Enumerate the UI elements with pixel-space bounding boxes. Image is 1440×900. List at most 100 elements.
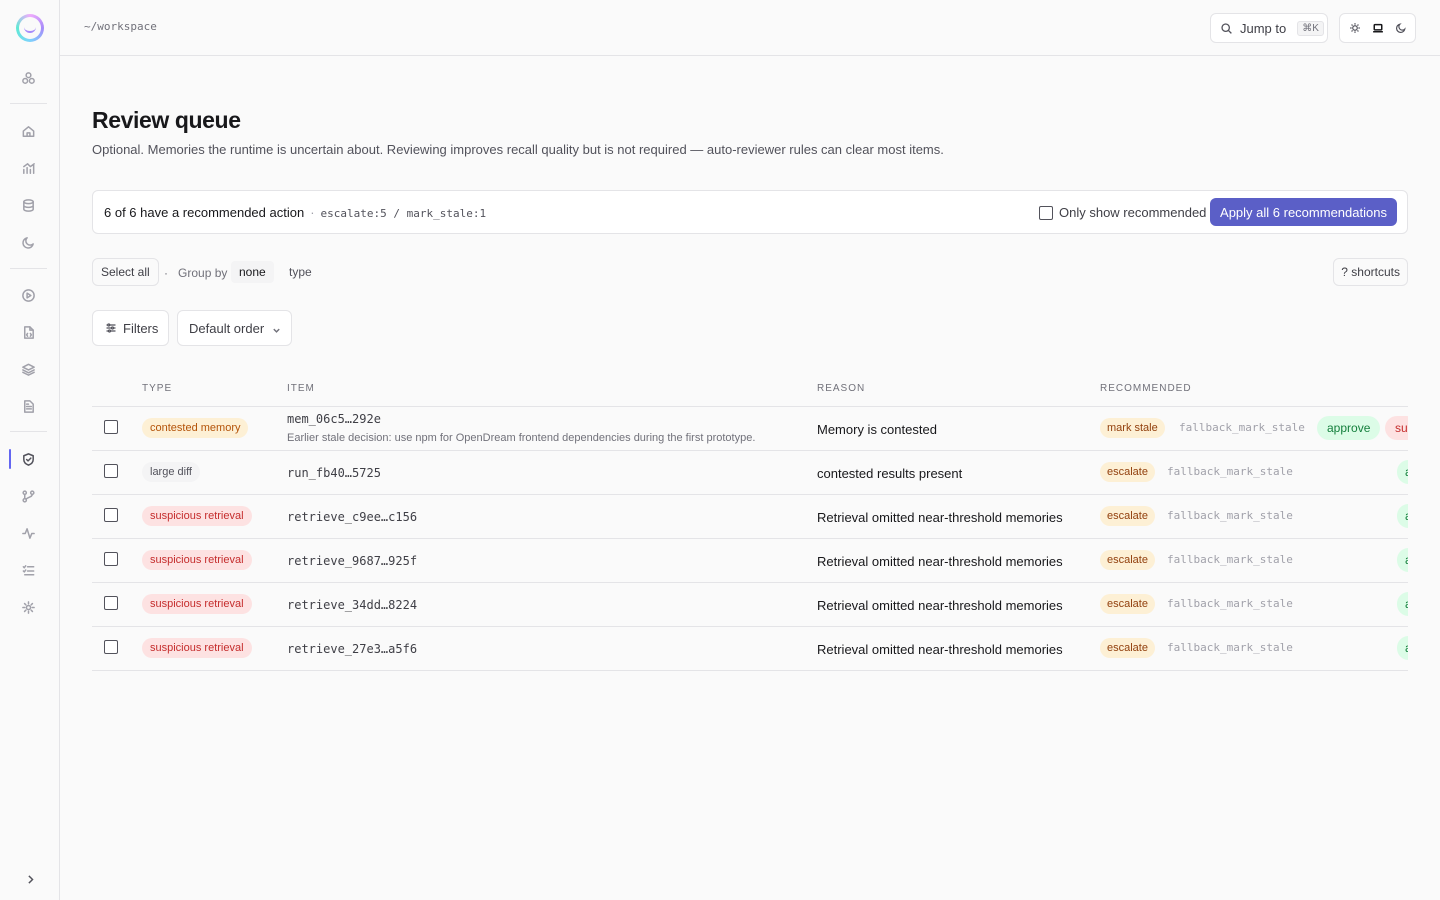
group-by-type-option[interactable]: type (281, 261, 320, 283)
search-icon (1221, 22, 1232, 34)
recommended-action-badge: escalate (1100, 506, 1155, 526)
row-checkbox[interactable] (104, 464, 118, 478)
fallback-action: fallback_mark_stale (1167, 509, 1293, 522)
table-row[interactable]: large diff run_fb40…5725 contested results… (92, 451, 1408, 495)
recommendations-bar: 6 of 6 have a recommended action · escalat… (92, 190, 1408, 234)
table-row[interactable]: suspicious retrieval retrieve_c9ee…c156 Re… (92, 495, 1408, 539)
shortcuts-button[interactable]: ? shortcuts (1333, 258, 1408, 286)
order-select-value: Default order (189, 320, 265, 336)
page-title: Review queue (92, 107, 241, 133)
document-icon[interactable] (18, 396, 38, 416)
top-bar: ~/workspace Jump to ⌘K (60, 0, 1440, 56)
select-all-button[interactable]: Select all (92, 258, 159, 286)
queue-toolbar: Select all · Group by none type ? shortc… (92, 258, 1408, 286)
home-icon[interactable] (18, 121, 38, 141)
jump-to-shortcut: ⌘K (1297, 20, 1324, 36)
group-by-none-option[interactable]: none (231, 261, 274, 283)
moon-icon[interactable] (1391, 18, 1411, 38)
jump-to-label: Jump to (1240, 20, 1287, 36)
only-show-recommended-toggle[interactable]: Only show recommended (1039, 205, 1206, 220)
review-table: TYPE ITEM REASON RECOMMENDED contested m… (92, 370, 1408, 671)
sun-icon[interactable] (1345, 18, 1365, 38)
column-reason[interactable]: REASON (817, 383, 865, 394)
sidebar (0, 0, 60, 900)
approve-button[interactable]: a (1397, 548, 1408, 572)
row-checkbox[interactable] (104, 596, 118, 610)
table-header: TYPE ITEM REASON RECOMMENDED (92, 370, 1408, 407)
separator: · (164, 266, 168, 280)
type-badge: contested memory (142, 418, 249, 438)
approve-button[interactable]: a (1397, 636, 1408, 660)
approve-button[interactable]: a (1397, 460, 1408, 484)
type-badge: suspicious retrieval (142, 638, 252, 658)
breadcrumb[interactable]: ~/workspace (84, 20, 157, 33)
recommendations-summary: 6 of 6 have a recommended action · escalat… (104, 205, 486, 220)
group-by-text: Group by (178, 266, 228, 280)
suppress-button[interactable]: su (1385, 416, 1408, 440)
reason-text: Memory is contested (817, 422, 937, 437)
shield-icon[interactable] (18, 449, 38, 469)
page-subtitle: Optional. Memories the runtime is uncert… (92, 142, 944, 157)
chart-icon[interactable] (18, 158, 38, 178)
filters-label: Filters (123, 320, 159, 336)
type-badge: suspicious retrieval (142, 594, 252, 614)
reason-text: contested results present (817, 466, 963, 481)
row-checkbox[interactable] (104, 420, 118, 434)
filters-button[interactable]: Filters (92, 310, 169, 346)
fallback-action: fallback_mark_stale (1167, 553, 1293, 566)
checklist-icon[interactable] (18, 560, 38, 580)
item-id[interactable]: retrieve_c9ee…c156 (287, 510, 417, 524)
fallback-action: fallback_mark_stale (1167, 597, 1293, 610)
laptop-icon[interactable] (1368, 18, 1388, 38)
item-id[interactable]: retrieve_27e3…a5f6 (287, 642, 417, 656)
reason-text: Retrieval omitted near-threshold memorie… (817, 642, 1063, 657)
column-item[interactable]: ITEM (287, 383, 315, 394)
table-row[interactable]: suspicious retrieval retrieve_9687…925f Re… (92, 539, 1408, 583)
layers-icon[interactable] (18, 359, 38, 379)
activity-icon[interactable] (18, 523, 38, 543)
recommended-action-badge: escalate (1100, 462, 1155, 482)
fallback-action: fallback_mark_stale (1167, 465, 1293, 478)
apply-all-recommendations-button[interactable]: Apply all 6 recommendations (1210, 198, 1397, 226)
graph-icon[interactable] (18, 68, 38, 88)
table-row[interactable]: suspicious retrieval retrieve_34dd…8224 Re… (92, 583, 1408, 627)
type-badge: suspicious retrieval (142, 550, 252, 570)
recommended-action-badge: escalate (1100, 594, 1155, 614)
item-id[interactable]: retrieve_34dd…8224 (287, 598, 417, 612)
item-id[interactable]: mem_06c5…292e (287, 412, 381, 426)
recommended-action-badge: escalate (1100, 550, 1155, 570)
reason-text: Retrieval omitted near-threshold memorie… (817, 510, 1063, 525)
approve-button[interactable]: a (1397, 592, 1408, 616)
approve-button[interactable]: a (1397, 504, 1408, 528)
row-checkbox[interactable] (104, 640, 118, 654)
active-indicator (9, 449, 11, 469)
fallback-action: fallback_mark_stale (1179, 421, 1305, 434)
play-icon[interactable] (18, 285, 38, 305)
only-show-recommended-label: Only show recommended (1059, 205, 1207, 220)
expand-sidebar-button[interactable] (20, 869, 40, 889)
type-badge: suspicious retrieval (142, 506, 252, 526)
column-recommended[interactable]: RECOMMENDED (1100, 383, 1192, 394)
table-row[interactable]: contested memory mem_06c5…292e Earlier sta… (92, 407, 1408, 451)
file-code-icon[interactable] (18, 322, 38, 342)
item-id[interactable]: run_fb40…5725 (287, 466, 381, 480)
only-show-recommended-checkbox[interactable] (1039, 205, 1053, 220)
column-type[interactable]: TYPE (142, 383, 172, 394)
branch-icon[interactable] (18, 486, 38, 506)
row-checkbox[interactable] (104, 508, 118, 522)
jump-to-button[interactable]: Jump to ⌘K (1210, 13, 1328, 43)
row-checkbox[interactable] (104, 552, 118, 566)
approve-button[interactable]: approve (1317, 416, 1381, 440)
recommendations-count: 6 of 6 have a recommended action (104, 205, 305, 220)
order-select[interactable]: Default order (177, 310, 292, 346)
theme-switcher (1339, 13, 1416, 43)
moon-icon[interactable] (18, 232, 38, 252)
database-icon[interactable] (18, 195, 38, 215)
fallback-action: fallback_mark_stale (1167, 641, 1293, 654)
sliders-icon (106, 323, 116, 333)
group-by-label: · Group by (164, 266, 227, 280)
table-row[interactable]: suspicious retrieval retrieve_27e3…a5f6 Re… (92, 627, 1408, 671)
item-id[interactable]: retrieve_9687…925f (287, 554, 417, 568)
gear-icon[interactable] (18, 597, 38, 617)
logo[interactable] (16, 14, 44, 42)
